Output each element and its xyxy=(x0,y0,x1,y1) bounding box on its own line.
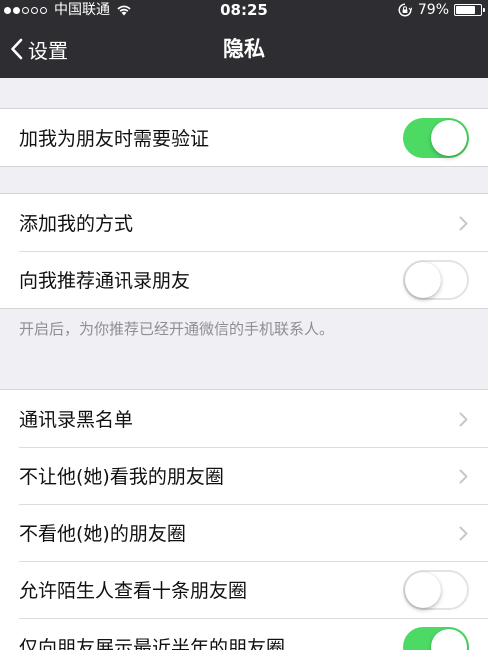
navigation-bar: 设置 隐私 xyxy=(0,20,488,78)
toggle-knob xyxy=(431,628,467,650)
status-right: 79% xyxy=(398,0,485,20)
settings-content: 加我为朋友时需要验证 添加我的方式 向我推荐通讯录朋友 开启后，为你推荐已经开通… xyxy=(0,78,488,650)
row-stranger-ten-posts[interactable]: 允许陌生人查看十条朋友圈 xyxy=(0,561,488,618)
battery-icon xyxy=(454,4,485,16)
chevron-right-icon xyxy=(459,469,468,483)
page-title: 隐私 xyxy=(223,37,265,61)
toggle-knob xyxy=(431,119,467,156)
row-dont-see-moments[interactable]: 不看他(她)的朋友圈 xyxy=(0,504,488,561)
status-bar: 中国联通 08:25 79% xyxy=(0,0,488,20)
battery-fill xyxy=(456,6,475,14)
top-bar: 中国联通 08:25 79% 设置 隐私 xyxy=(0,0,488,78)
row-label: 不让他(她)看我的朋友圈 xyxy=(19,466,224,488)
chevron-right-icon xyxy=(459,216,468,230)
recommend-contacts-toggle[interactable] xyxy=(403,259,469,300)
section-discovery: 添加我的方式 向我推荐通讯录朋友 xyxy=(0,193,488,309)
section-moments: 通讯录黑名单 不让他(她)看我的朋友圈 不看他(她)的朋友圈 允许陌生人查看十条… xyxy=(0,389,488,650)
row-hide-my-moments[interactable]: 不让他(她)看我的朋友圈 xyxy=(0,447,488,504)
stranger-ten-posts-toggle[interactable] xyxy=(403,569,469,610)
row-label: 不看他(她)的朋友圈 xyxy=(19,523,186,545)
chevron-right-icon xyxy=(459,526,468,540)
battery-percent: 79% xyxy=(417,2,449,18)
row-verify-friend-requests[interactable]: 加我为朋友时需要验证 xyxy=(0,109,488,166)
half-year-moments-toggle[interactable] xyxy=(403,626,469,650)
row-label: 添加我的方式 xyxy=(19,213,134,235)
verify-toggle[interactable] xyxy=(403,117,469,158)
recommend-footnote: 开启后，为你推荐已经开通微信的手机联系人。 xyxy=(19,320,335,338)
section-verification: 加我为朋友时需要验证 xyxy=(0,108,488,167)
row-recommend-contacts[interactable]: 向我推荐通讯录朋友 xyxy=(0,251,488,308)
row-add-methods[interactable]: 添加我的方式 xyxy=(0,194,488,251)
privacy-settings-screen: 中国联通 08:25 79% 设置 隐私 加我为朋友时需要验证 添加我的方式 向… xyxy=(0,0,488,650)
row-blacklist[interactable]: 通讯录黑名单 xyxy=(0,390,488,447)
row-label: 通讯录黑名单 xyxy=(19,409,134,431)
row-half-year-moments[interactable]: 仅向朋友展示最近半年的朋友圈 xyxy=(0,618,488,650)
toggle-knob xyxy=(405,261,441,298)
chevron-right-icon xyxy=(459,412,468,426)
rotation-lock-icon xyxy=(398,3,412,17)
toggle-knob xyxy=(405,571,441,608)
